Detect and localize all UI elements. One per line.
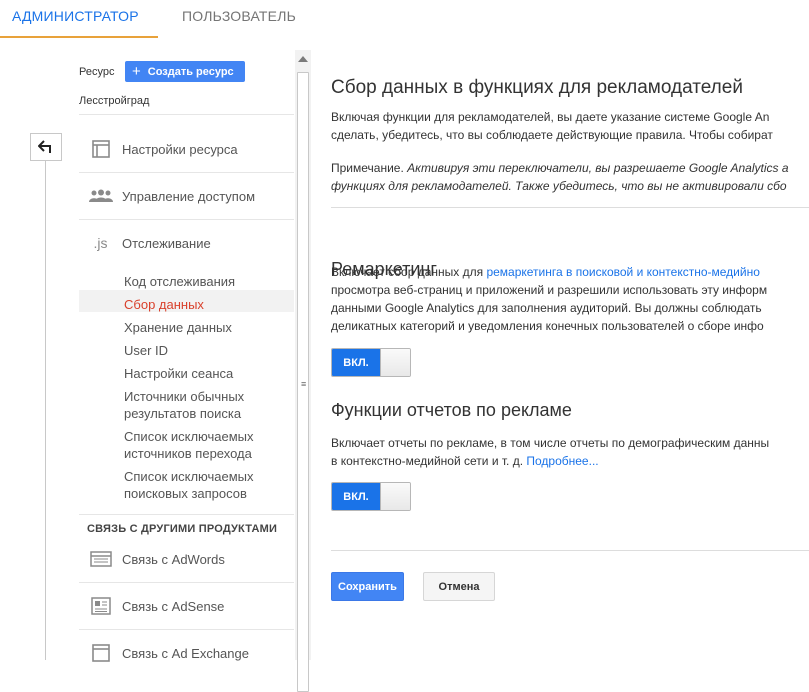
intro-text-line: Включая функции для рекламодателей, вы д… xyxy=(331,110,770,124)
nav-access-management[interactable]: Управление доступом xyxy=(79,173,294,219)
nav-label: Связь с AdSense xyxy=(122,598,225,614)
subnav-tracking-code[interactable]: Код отслеживания xyxy=(124,273,235,290)
ad-reports-text-prefix: в контекстно-медийной сети и т. д. xyxy=(331,454,527,468)
ad-reports-text-line: Включает отчеты по рекламе, в том числе … xyxy=(331,436,770,450)
toggle-on-label: ВКЛ. xyxy=(332,349,380,376)
note-label: Примечание. xyxy=(331,161,404,175)
subnav-user-id[interactable]: User ID xyxy=(124,342,168,359)
back-arrow-icon xyxy=(38,140,51,153)
divider xyxy=(331,550,809,551)
subnav-label: Список исключаемых xyxy=(124,429,254,444)
remarketing-text-prefix: Включает сбор данных для xyxy=(331,265,487,279)
subnav-organic-sources[interactable]: Источники обычных результатов поиска xyxy=(124,388,244,422)
remarketing-toggle[interactable]: ВКЛ. xyxy=(331,348,411,377)
people-icon xyxy=(79,189,122,203)
scrollbar-thumb[interactable]: ≡ xyxy=(297,72,309,692)
note-text-line: функциях для рекламодателей. Также убеди… xyxy=(331,179,787,193)
remarketing-text-line: Включает сбор данных для ремаркетинга в … xyxy=(331,263,760,281)
divider xyxy=(331,207,809,208)
save-button[interactable]: Сохранить xyxy=(331,572,404,601)
adexchange-icon xyxy=(79,644,122,662)
adsense-icon xyxy=(79,597,122,615)
subnav-data-collection[interactable]: Сбор данных xyxy=(124,296,204,313)
subnav-label: результатов поиска xyxy=(124,406,242,421)
create-resource-button[interactable]: + Создать ресурс xyxy=(125,61,245,82)
remarketing-text-line: просмотра веб-страниц и приложений и раз… xyxy=(331,283,768,297)
nav-label: Связь с AdWords xyxy=(122,551,225,567)
ad-reports-text-line: в контекстно-медийной сети и т. д. Подро… xyxy=(331,452,599,470)
intro-text-line: сделать, убедитесь, что вы соблюдаете де… xyxy=(331,128,773,142)
nav-tracking[interactable]: .js Отслеживание xyxy=(79,220,294,266)
js-icon: .js xyxy=(93,235,108,251)
rail-divider xyxy=(45,160,46,660)
adwords-icon xyxy=(79,551,122,567)
sidebar: Ресурс + Создать ресурс Лесстройград Нас… xyxy=(79,50,294,662)
note-text: Примечание. Активируя эти переключатели,… xyxy=(331,159,789,177)
grip-icon: ≡ xyxy=(301,379,307,389)
nav-label: Управление доступом xyxy=(122,188,256,204)
page-title: Сбор данных в функциях для рекламодателе… xyxy=(331,77,743,98)
ad-reports-toggle[interactable]: ВКЛ. xyxy=(331,482,411,511)
subnav-search-term-exclusion[interactable]: Список исключаемых поисковых запросов xyxy=(124,468,254,502)
subnav-label: поисковых запросов xyxy=(124,486,247,501)
nav-label: Отслеживание xyxy=(122,235,211,251)
ad-reports-title: Функции отчетов по рекламе xyxy=(331,400,572,420)
toggle-knob xyxy=(380,349,410,376)
subnav-data-retention[interactable]: Хранение данных xyxy=(124,319,232,336)
back-button[interactable] xyxy=(30,133,62,161)
nav-adsense-link[interactable]: Связь с AdSense xyxy=(79,583,294,629)
subnav-label: Источники обычных xyxy=(124,389,245,404)
subnav-session-settings[interactable]: Настройки сеанса xyxy=(124,365,233,382)
top-tabs: АДМИНИСТРАТОР ПОЛЬЗОВАТЕЛЬ xyxy=(0,0,809,38)
nav-label: Настройки ресурса xyxy=(122,141,238,157)
section-header-linking: СВЯЗЬ С ДРУГИМИ ПРОДУКТАМИ xyxy=(87,523,278,535)
divider xyxy=(79,514,294,515)
subnav-label: источников перехода xyxy=(124,446,252,461)
nav-adexchange-link[interactable]: Связь с Ad Exchange xyxy=(79,630,294,676)
window-icon xyxy=(79,140,122,158)
nav-label: Связь с Ad Exchange xyxy=(122,645,249,661)
sidebar-scrollbar[interactable]: ≡ xyxy=(295,50,311,692)
toggle-on-label: ВКЛ. xyxy=(332,483,380,510)
resource-label: Ресурс xyxy=(79,66,115,78)
subnav-referral-exclusion[interactable]: Список исключаемых источников перехода xyxy=(124,428,254,462)
cancel-button[interactable]: Отмена xyxy=(423,572,495,601)
divider xyxy=(79,114,294,115)
remarketing-link[interactable]: ремаркетинга в поисковой и контекстно-ме… xyxy=(486,265,759,279)
learn-more-link[interactable]: Подробнее... xyxy=(526,454,598,468)
remarketing-text-line: данными Google Analytics для заполнения … xyxy=(331,301,762,315)
plus-icon: + xyxy=(132,63,141,80)
toggle-knob xyxy=(380,483,410,510)
tab-user[interactable]: ПОЛЬЗОВАТЕЛЬ xyxy=(170,0,308,38)
tab-administrator[interactable]: АДМИНИСТРАТОР xyxy=(0,0,158,38)
resource-selector[interactable]: Лесстройград xyxy=(79,95,149,107)
scroll-up-arrow-icon[interactable] xyxy=(298,56,308,62)
note-text-line: Активируя эти переключатели, вы разрешае… xyxy=(407,161,789,175)
nav-adwords-link[interactable]: Связь с AdWords xyxy=(79,536,294,582)
create-resource-label: Создать ресурс xyxy=(147,65,234,78)
note-text: функциях для рекламодателей. Также убеди… xyxy=(331,177,787,195)
subnav-label: Список исключаемых xyxy=(124,469,254,484)
nav-resource-settings[interactable]: Настройки ресурса xyxy=(79,126,294,172)
main-content: Сбор данных в функциях для рекламодателе… xyxy=(331,50,809,660)
remarketing-text-line: деликатных категорий и уведомления конеч… xyxy=(331,319,764,333)
